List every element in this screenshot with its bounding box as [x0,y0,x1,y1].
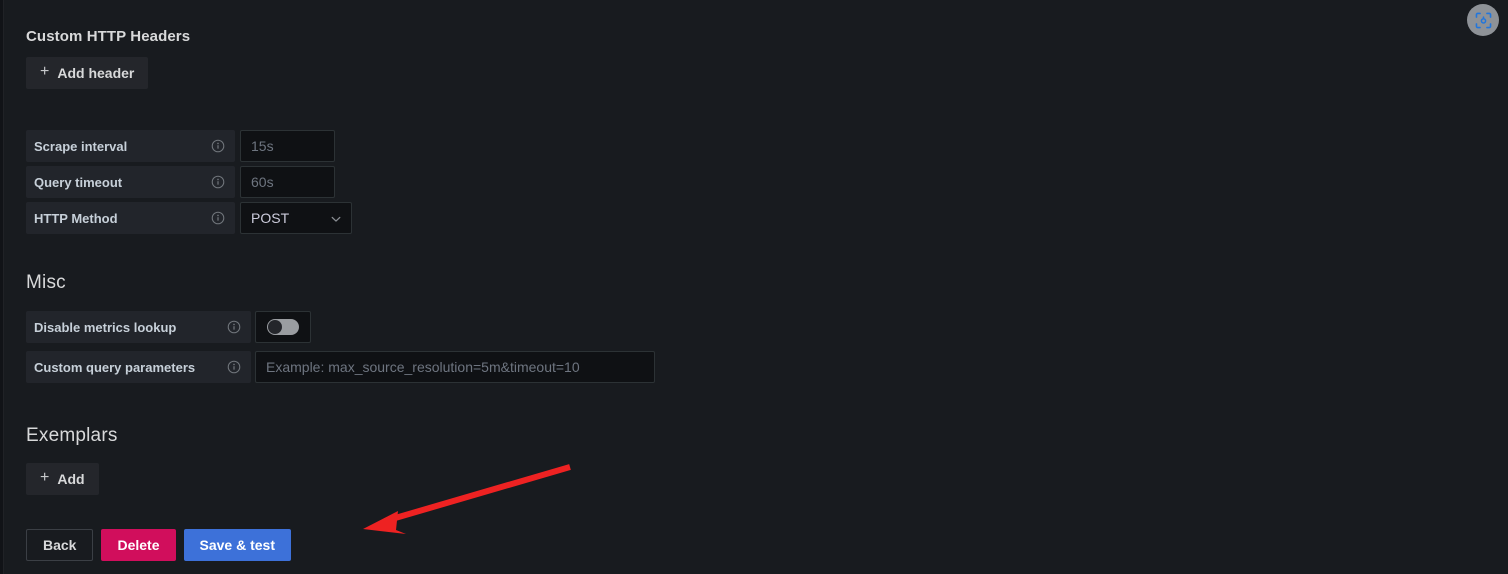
info-circle-icon[interactable] [211,175,225,189]
field-row-scrape-interval: Scrape interval [26,130,352,162]
query-timeout-label: Query timeout [34,174,123,190]
field-row-http-method: HTTP Method POST [26,202,352,234]
datasource-settings-page: Custom HTTP Headers + Add header Scrape … [26,0,1486,574]
scrape-interval-label: Scrape interval [34,138,128,154]
custom-query-parameters-label-cell: Custom query parameters [26,351,251,383]
back-button[interactable]: Back [26,529,94,561]
exemplars-title: Exemplars [26,425,118,446]
misc-heading: Misc [26,272,66,294]
misc-title: Misc [26,272,66,293]
misc-group: Disable metrics lookup Custom query para [26,311,655,387]
delete-button[interactable]: Delete [101,529,176,561]
http-method-select[interactable]: POST [240,202,352,234]
scrape-interval-input[interactable] [240,130,335,162]
info-circle-icon[interactable] [211,139,225,153]
http-method-label-cell: HTTP Method [26,202,235,234]
info-circle-icon[interactable] [227,360,241,374]
screen-capture-badge[interactable] [1467,4,1499,36]
custom-http-headers-heading: Custom HTTP Headers [26,28,190,46]
disable-metrics-lookup-toggle[interactable] [267,319,299,335]
http-method-label: HTTP Method [34,210,118,226]
scan-focus-icon [1475,12,1491,28]
add-header-button[interactable]: + Add header [26,57,149,89]
info-circle-icon[interactable] [211,211,225,225]
disable-metrics-lookup-label: Disable metrics lookup [34,319,177,335]
info-circle-icon[interactable] [227,320,241,334]
plus-icon: + [40,63,50,80]
disable-metrics-lookup-toggle-cell[interactable] [255,311,311,343]
plus-icon: + [40,469,50,486]
form-actions: Back Delete Save & test [26,529,291,561]
custom-query-parameters-label: Custom query parameters [34,359,196,375]
field-row-disable-metrics-lookup: Disable metrics lookup [26,311,655,343]
toggle-knob [268,320,282,334]
query-timeout-input[interactable] [240,166,335,198]
field-row-query-timeout: Query timeout [26,166,352,198]
custom-query-parameters-input[interactable] [255,351,655,383]
add-exemplar-button-label: Add [57,471,85,487]
field-row-custom-query-parameters: Custom query parameters [26,351,655,383]
scrape-interval-label-cell: Scrape interval [26,130,235,162]
left-edge-strip [0,0,4,574]
http-settings-group: Scrape interval Query timeout [26,130,352,238]
save-and-test-button[interactable]: Save & test [183,529,291,561]
query-timeout-label-cell: Query timeout [26,166,235,198]
disable-metrics-lookup-label-cell: Disable metrics lookup [26,311,251,343]
add-header-button-label: Add header [57,65,135,81]
custom-http-headers-title: Custom HTTP Headers [26,28,191,45]
http-method-value: POST [251,210,290,226]
exemplars-heading: Exemplars [26,425,118,447]
add-exemplar-button[interactable]: + Add [26,463,99,495]
chevron-down-icon [330,212,342,224]
